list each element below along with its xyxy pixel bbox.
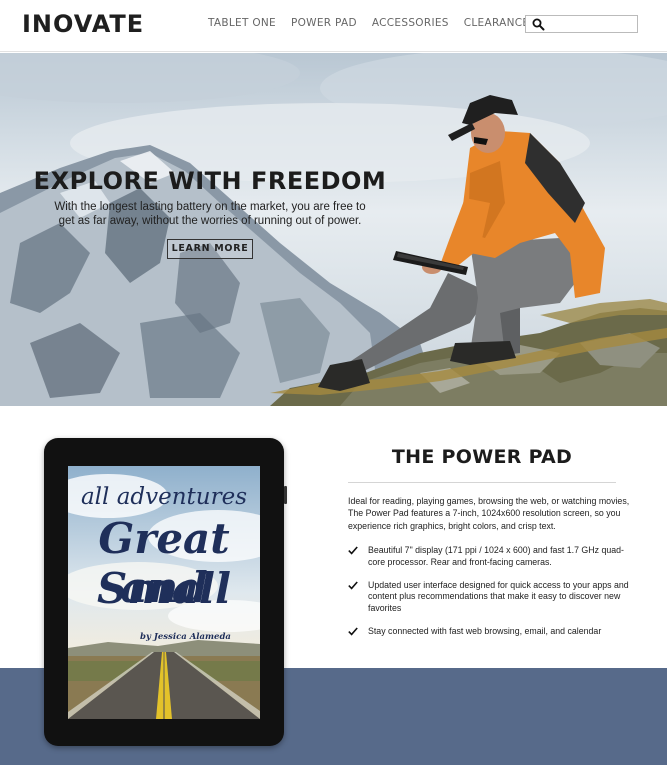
site-header: INOVATE TABLET ONE POWER PAD ACCESSORIES… <box>0 0 667 52</box>
hero-background-image <box>0 53 667 406</box>
hero-title: EXPLORE WITH FREEDOM <box>33 167 387 195</box>
feature-item: Beautiful 7" display (171 ppi / 1024 x 6… <box>348 545 633 569</box>
checkmark-icon <box>348 581 358 590</box>
nav-accessories[interactable]: ACCESSORIES <box>372 17 449 29</box>
feature-text: Beautiful 7" display (171 ppi / 1024 x 6… <box>368 545 624 567</box>
product-title: THE POWER PAD <box>391 446 573 468</box>
main-nav: TABLET ONE POWER PAD ACCESSORIES CLEARAN… <box>208 17 529 29</box>
tablet-screen: all adventures Great and Small by Jessic… <box>68 466 260 719</box>
cover-line-1: all adventures <box>80 484 248 510</box>
hero-text: With the longest lasting battery on the … <box>54 201 366 227</box>
tablet-image: all adventures Great and Small by Jessic… <box>44 438 287 746</box>
title-divider <box>348 482 616 483</box>
cover-line-3: Small <box>97 564 231 613</box>
feature-list: Beautiful 7" display (171 ppi / 1024 x 6… <box>348 545 633 638</box>
brand-logo[interactable]: INOVATE <box>22 10 144 38</box>
tablet-side-button <box>284 486 287 504</box>
checkmark-icon <box>348 627 358 636</box>
nav-tablet-one[interactable]: TABLET ONE <box>208 17 276 29</box>
feature-item: Updated user interface designed for quic… <box>348 580 633 615</box>
learn-more-button[interactable]: LEARN MORE <box>167 239 253 259</box>
cover-author: by Jessica Alameda <box>140 632 231 642</box>
feature-text: Stay connected with fast web browsing, e… <box>368 625 602 636</box>
feature-item: Stay connected with fast web browsing, e… <box>348 626 633 638</box>
nav-clearance[interactable]: CLEARANCE <box>464 17 530 29</box>
search-input[interactable] <box>548 16 636 32</box>
hero-banner: EXPLORE WITH FREEDOM With the longest la… <box>0 53 667 406</box>
search-icon[interactable] <box>532 18 545 31</box>
search-box[interactable] <box>525 15 638 33</box>
product-section: all adventures Great and Small by Jessic… <box>0 406 667 765</box>
product-description: Ideal for reading, playing games, browsi… <box>348 496 630 531</box>
feature-text: Updated user interface designed for quic… <box>368 579 629 614</box>
nav-power-pad[interactable]: POWER PAD <box>291 17 357 29</box>
checkmark-icon <box>348 546 358 555</box>
